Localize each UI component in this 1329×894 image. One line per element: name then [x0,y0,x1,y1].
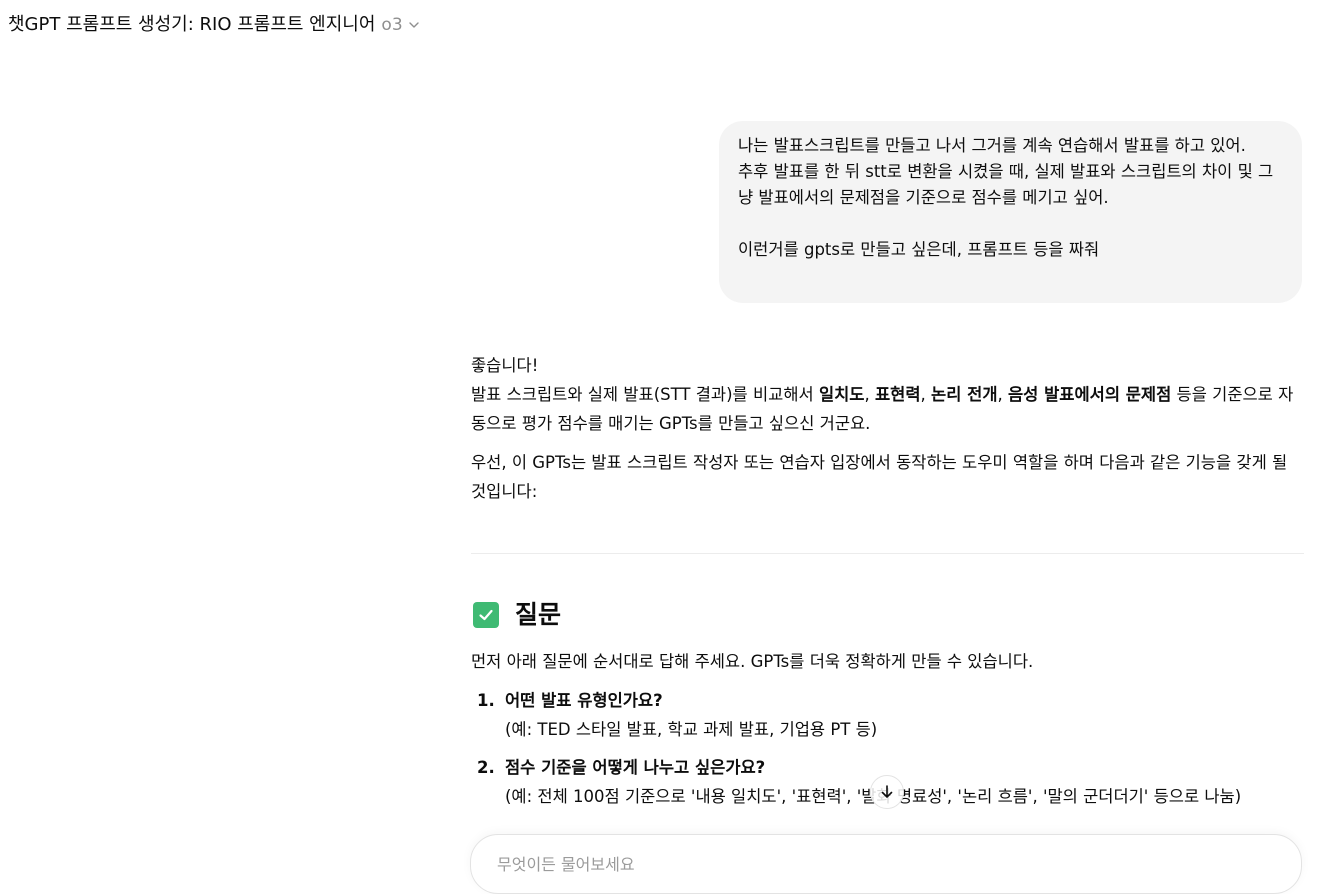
user-message-bubble: 나는 발표스크립트를 만들고 나서 그거를 계속 연습해서 발표를 하고 있어.… [719,121,1302,303]
assistant-paragraph: 발표 스크립트와 실제 발표(STT 결과)를 비교해서 일치도, 표현력, 논… [471,380,1304,438]
user-message-line: 이런거를 gpts로 만들고 싶은데, 프롬프트 등을 짜줘 [738,240,1100,259]
section-heading: 질문 [473,598,561,632]
scroll-to-bottom-button[interactable] [870,775,904,809]
section-title: 질문 [515,600,562,629]
questions-intro: 먼저 아래 질문에 순서대로 답해 주세요. GPTs를 더욱 정확하게 만들 … [471,652,1034,671]
text-segment: 발표 스크립트와 실제 발표(STT 결과)를 비교해서 [471,385,819,404]
bold-term: 음성 발표에서의 문제점 [1008,385,1172,404]
top-bar: 챗GPT 프롬프트 생성기: RIO 프롬프트 엔지니어 o3 [0,0,1329,50]
arrow-down-icon [881,785,893,798]
chevron-down-icon [408,22,419,28]
check-box-icon [473,602,499,628]
list-item: 1. 어떤 발표 유형인가요? (예: TED 스타일 발표, 학교 과제 발표… [471,686,1304,744]
message-input[interactable] [495,849,1199,879]
bold-term: 논리 전개 [931,385,998,404]
bold-term: 표현력 [874,385,921,404]
model-version: o3 [381,15,403,35]
assistant-paragraph: 우선, 이 GPTs는 발표 스크립트 작성자 또는 연습자 입장에서 동작하는… [471,453,1288,501]
text-segment: , [920,385,932,404]
model-selector[interactable]: 챗GPT 프롬프트 생성기: RIO 프롬프트 엔지니어 o3 [8,13,420,37]
list-number: 1. [477,691,495,710]
assistant-greeting: 좋습니다! [471,356,539,375]
message-composer [470,834,1302,894]
user-message-line: 추후 발표를 한 뒤 stt로 변환을 시켰을 때, 실제 발표와 스크립트의 … [738,162,1274,207]
question-example: (예: TED 스타일 발표, 학교 과제 발표, 기업용 PT 등) [505,720,878,739]
question-title: 어떤 발표 유형인가요? [505,691,663,710]
user-message-line: 나는 발표스크립트를 만들고 나서 그거를 계속 연습해서 발표를 하고 있어. [738,136,1246,155]
text-segment: , [864,385,875,404]
question-example: (예: 전체 100점 기준으로 '내용 일치도', '표현력', '발화 명료… [505,787,1242,806]
text-segment: , [997,385,1008,404]
gpt-title: 챗GPT 프롬프트 생성기: RIO 프롬프트 엔지니어 [8,14,376,35]
list-number: 2. [477,758,495,777]
divider [471,553,1304,554]
question-title: 점수 기준을 어떻게 나누고 싶은가요? [505,758,766,777]
bold-term: 일치도 [818,385,865,404]
assistant-message: 좋습니다! 발표 스크립트와 실제 발표(STT 결과)를 비교해서 일치도, … [471,351,1304,506]
